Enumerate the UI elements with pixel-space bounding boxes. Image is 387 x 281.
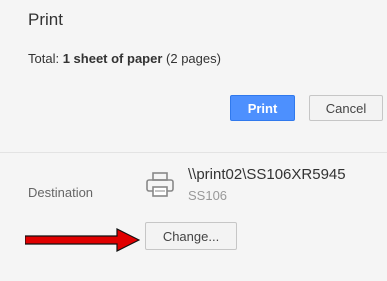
- section-divider: [0, 152, 387, 153]
- print-button[interactable]: Print: [230, 95, 295, 121]
- change-destination-button[interactable]: Change...: [145, 222, 237, 250]
- dialog-title: Print: [28, 10, 63, 29]
- red-arrow-icon: [25, 228, 140, 252]
- total-label: Total:: [28, 51, 60, 66]
- sheet-count: 1 sheet of paper: [62, 51, 163, 66]
- printer-name: \\print02\SS106XR5945: [188, 166, 346, 183]
- printer-icon: [146, 172, 174, 197]
- cancel-button[interactable]: Cancel: [309, 95, 383, 121]
- page-count: (2 pages): [166, 51, 221, 66]
- destination-label: Destination: [28, 185, 94, 200]
- printer-subtitle: SS106: [188, 188, 228, 203]
- print-total: Total: 1 sheet of paper (2 pages): [28, 51, 221, 66]
